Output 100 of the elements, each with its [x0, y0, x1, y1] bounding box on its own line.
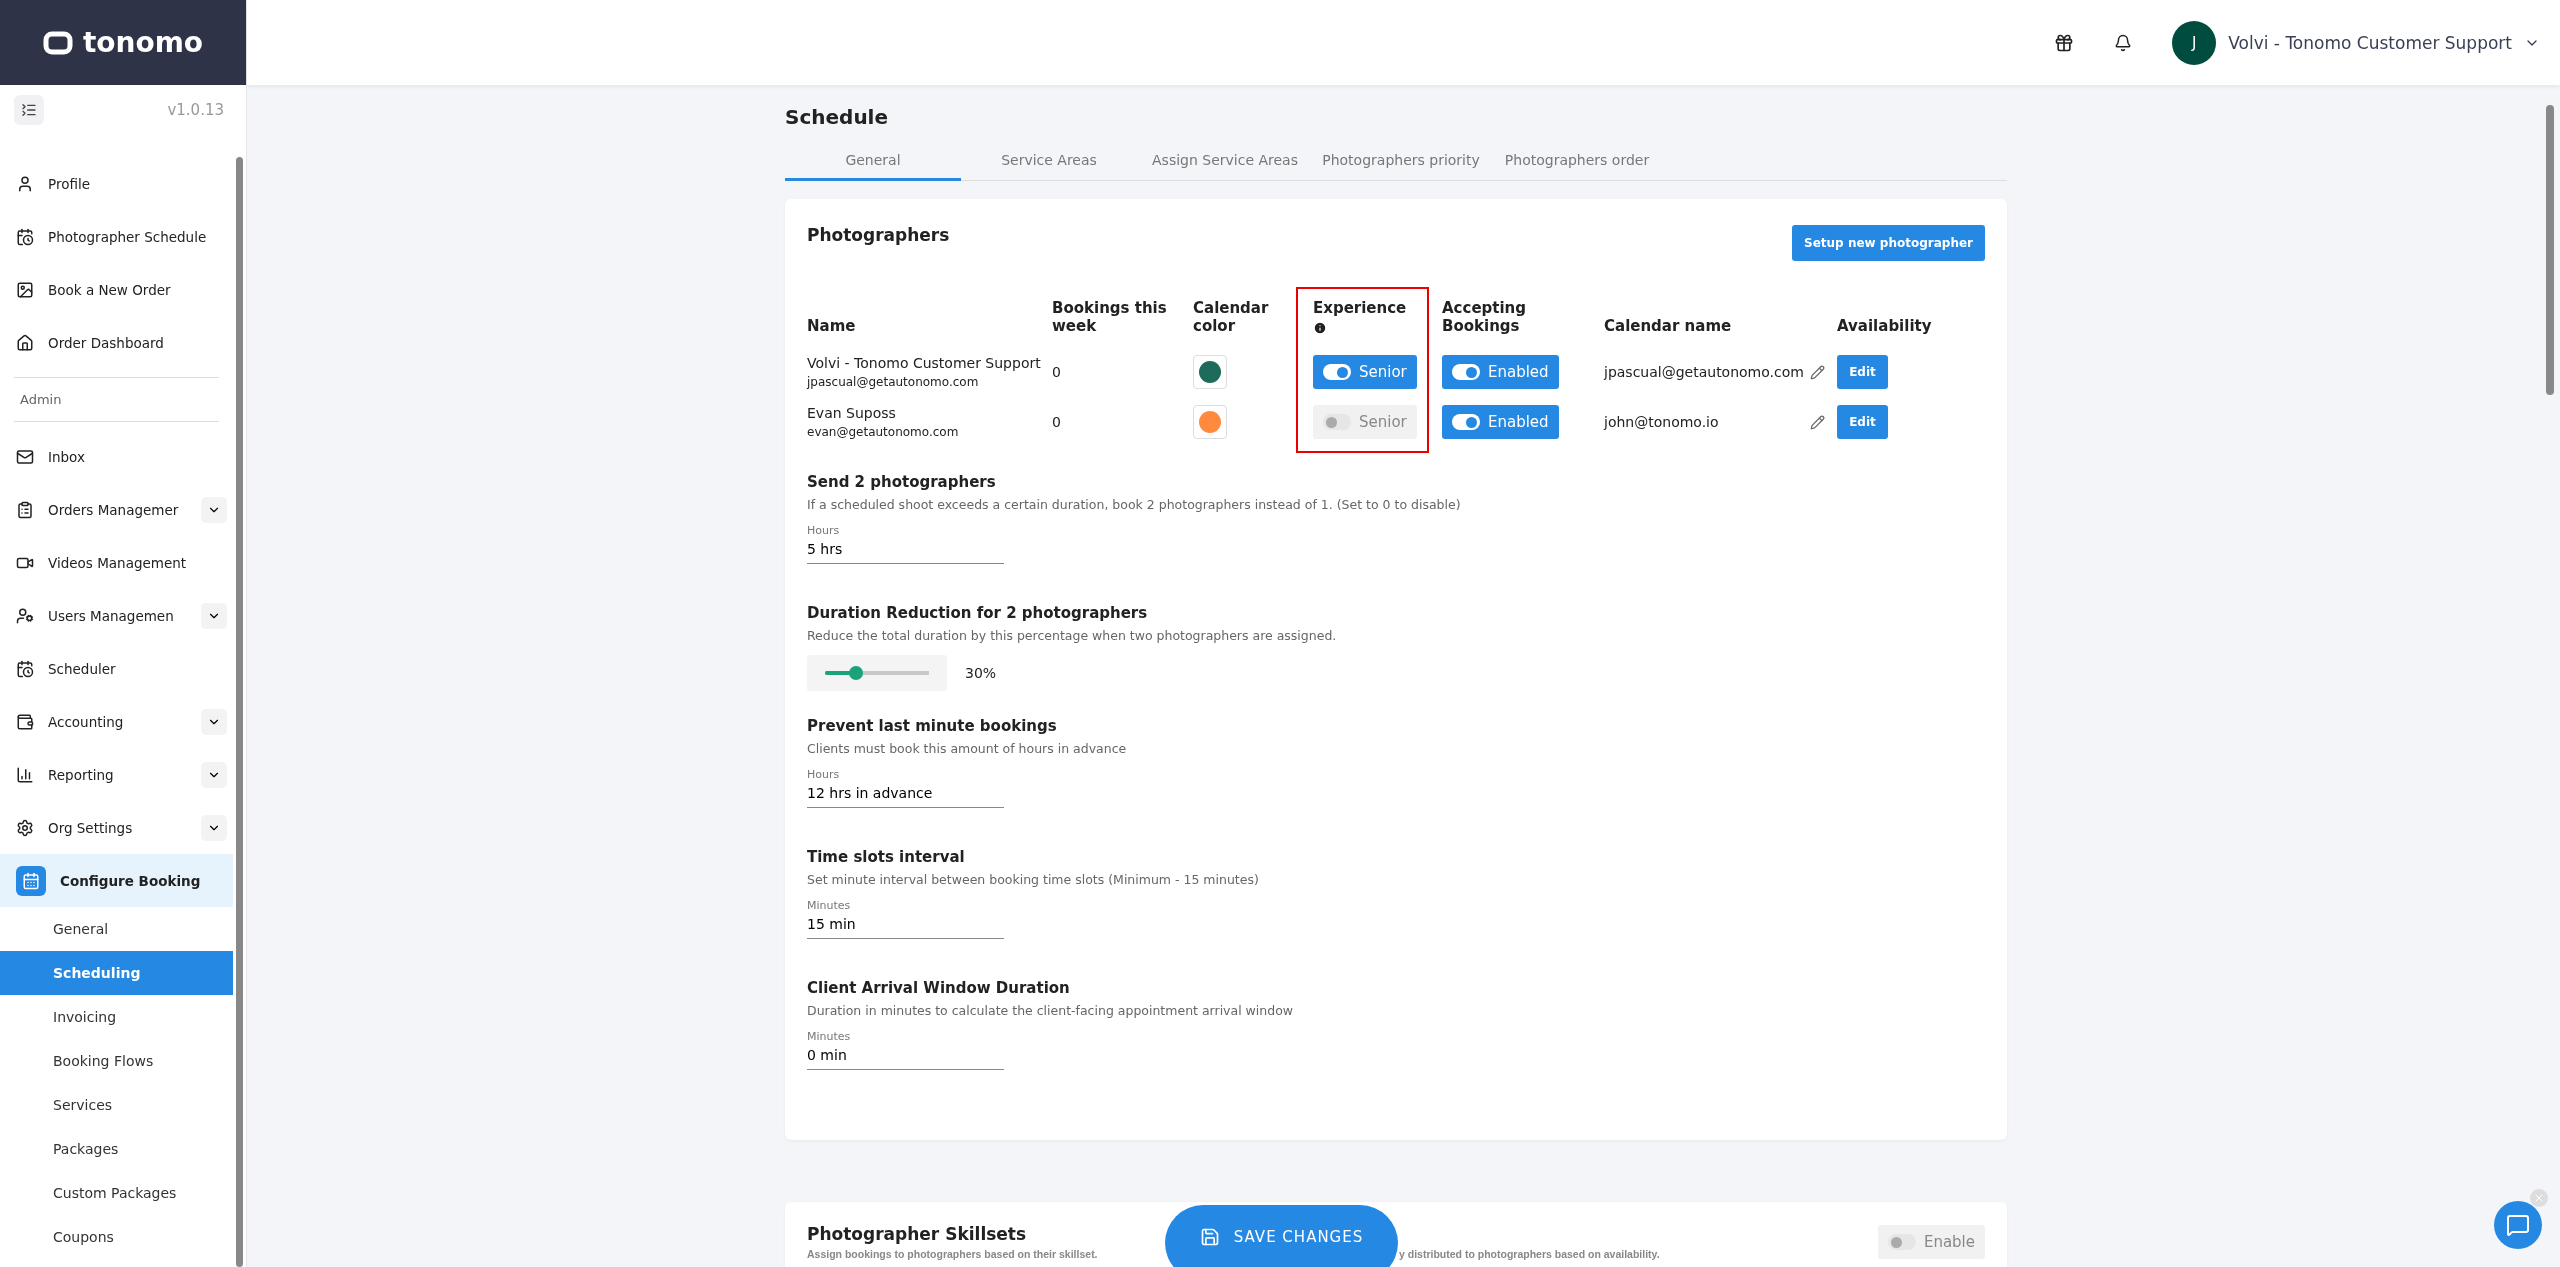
sidebar-item[interactable]: Configure Booking: [0, 854, 233, 907]
field-label: Hours: [807, 524, 841, 537]
wallet-icon: [16, 712, 34, 731]
calendar-name: jpascual@getautonomo.com: [1604, 364, 1804, 380]
chat-button[interactable]: [2494, 1201, 2542, 1249]
save-icon: [1199, 1226, 1220, 1247]
chat-icon: [2506, 1213, 2530, 1237]
card-description: y distributed to photographers based on availability.: [1399, 1248, 1660, 1260]
sidebar-item[interactable]: Inbox: [0, 430, 233, 483]
photographer-email: evan@getautonomo.com: [807, 425, 960, 439]
sidebar-subitem[interactable]: General: [0, 907, 233, 951]
field-label: Minutes: [807, 1030, 852, 1043]
edit-button[interactable]: Edit: [1837, 355, 1888, 389]
input-field[interactable]: 12 hrs in advance: [807, 785, 1004, 801]
expand-button[interactable]: [201, 708, 227, 735]
photographer-email: jpascual@getautonomo.com: [807, 375, 980, 389]
tab[interactable]: General: [785, 141, 961, 181]
edit-button[interactable]: Edit: [1837, 405, 1888, 439]
sidebar-item[interactable]: Photographer Schedule: [0, 210, 233, 263]
scrollbar[interactable]: [2546, 105, 2554, 395]
sidebar-subitem[interactable]: Invoicing: [0, 995, 233, 1039]
sidebar-item[interactable]: Scheduler: [0, 642, 233, 695]
sidebar-subitem[interactable]: Booking Flows: [0, 1039, 233, 1083]
scrollbar[interactable]: [236, 157, 243, 1267]
chart-icon: [16, 765, 34, 784]
user-avatar[interactable]: J: [2172, 20, 2217, 65]
schedule-icon: [16, 659, 34, 678]
photographer-name: Volvi - Tonomo Customer Support: [807, 355, 1042, 371]
setting-description: Clients must book this amount of hours in advance: [807, 741, 1128, 756]
sidebar-item[interactable]: Reporting: [0, 748, 233, 801]
slider-value: 30%: [965, 665, 997, 681]
collapse-sidebar-button[interactable]: [14, 95, 44, 125]
setting-description: Set minute interval between booking time slots (Minimum - 15 minutes): [807, 872, 1260, 887]
person-icon: [16, 174, 34, 193]
save-changes-button[interactable]: SAVE CHANGES: [1165, 1205, 1398, 1267]
field-label: Minutes: [807, 899, 852, 912]
tonomo-logo: tonomo: [0, 0, 246, 85]
sidebar-subitem[interactable]: Packages: [0, 1127, 233, 1171]
notification-icon[interactable]: [2114, 33, 2133, 52]
setting-title: Prevent last minute bookings: [807, 717, 1058, 735]
input-field[interactable]: 5 hrs: [807, 541, 1004, 557]
input-field[interactable]: 15 min: [807, 916, 1004, 932]
column-header: Experience: [1313, 299, 1408, 317]
accepting-toggle[interactable]: Enabled: [1442, 405, 1559, 439]
setting-description: Reduce the total duration by this percentage when two photographers are assigned.: [807, 628, 1338, 643]
accepting-toggle[interactable]: Enabled: [1442, 355, 1559, 389]
column-header: Calendar color: [1193, 299, 1270, 335]
pencil-icon[interactable]: [1810, 364, 1825, 380]
tab[interactable]: Assign Service Areas: [1137, 141, 1313, 181]
sidebar-subitem[interactable]: Scheduling: [0, 951, 233, 995]
bookings-count: 0: [1052, 364, 1062, 380]
sidebar-item[interactable]: Profile: [0, 157, 233, 210]
sidebar-item[interactable]: Videos Management: [0, 536, 233, 589]
expand-button[interactable]: [201, 761, 227, 788]
color-picker[interactable]: [1193, 355, 1227, 389]
settings-icon: [16, 818, 34, 837]
section-label: Admin: [14, 377, 219, 422]
user-gear-icon: [16, 606, 34, 625]
envelope-icon: [16, 447, 34, 466]
schedule-icon: [16, 227, 34, 246]
sidebar-item[interactable]: Order Dashboard: [0, 316, 233, 369]
setup-photographer-button[interactable]: Setup new photographer: [1792, 225, 1985, 261]
calendar-name: john@tonomo.io: [1604, 414, 1719, 430]
sidebar-subitem[interactable]: Custom Packages: [0, 1171, 233, 1215]
user-name[interactable]: Volvi - Tonomo Customer Support: [2228, 32, 2512, 53]
column-header: Calendar name: [1604, 317, 1733, 335]
bookings-count: 0: [1052, 414, 1062, 430]
sidebar-subitem[interactable]: Services: [0, 1083, 233, 1127]
tab[interactable]: Photographers order: [1489, 141, 1665, 181]
expand-button[interactable]: [201, 814, 227, 841]
logo-icon: [42, 30, 73, 55]
page-title: Schedule: [785, 105, 890, 129]
gift-icon[interactable]: [2054, 32, 2075, 53]
setting-description: Duration in minutes to calculate the client-facing appointment arrival window: [807, 1003, 1295, 1018]
sidebar-item[interactable]: Accounting: [0, 695, 233, 748]
sidebar-item[interactable]: Orders Managemer: [0, 483, 233, 536]
sidebar-item[interactable]: Org Settings: [0, 801, 233, 854]
pencil-icon[interactable]: [1810, 414, 1825, 430]
expand-button[interactable]: [201, 602, 227, 629]
setting-title: Duration Reduction for 2 photographers: [807, 604, 1149, 622]
input-field[interactable]: 0 min: [807, 1047, 1004, 1063]
sidebar-item[interactable]: Book a New Order: [0, 263, 233, 316]
setting-title: Time slots interval: [807, 848, 966, 866]
column-header: Name: [807, 317, 857, 335]
photographer-name: Evan Suposs: [807, 405, 897, 421]
tab[interactable]: Service Areas: [961, 141, 1137, 181]
card-description: Assign bookings to photographers based on their skillset.: [807, 1248, 1099, 1260]
sidebar-item[interactable]: Users Managemen: [0, 589, 233, 642]
setting-title: Client Arrival Window Duration: [807, 979, 1071, 997]
expand-button[interactable]: [201, 496, 227, 523]
image-icon: [16, 280, 34, 299]
card-title: Photographer Skillsets: [807, 1224, 1027, 1244]
info-icon[interactable]: [1313, 321, 1327, 335]
column-header: Availability: [1837, 317, 1933, 335]
clipboard-icon: [16, 500, 34, 519]
tab[interactable]: Photographers priority: [1313, 141, 1489, 181]
experience-toggle[interactable]: Senior: [1313, 355, 1417, 389]
color-picker[interactable]: [1193, 405, 1227, 439]
sidebar-subitem[interactable]: Coupons: [0, 1215, 233, 1259]
card-title: Photographers: [807, 225, 950, 245]
